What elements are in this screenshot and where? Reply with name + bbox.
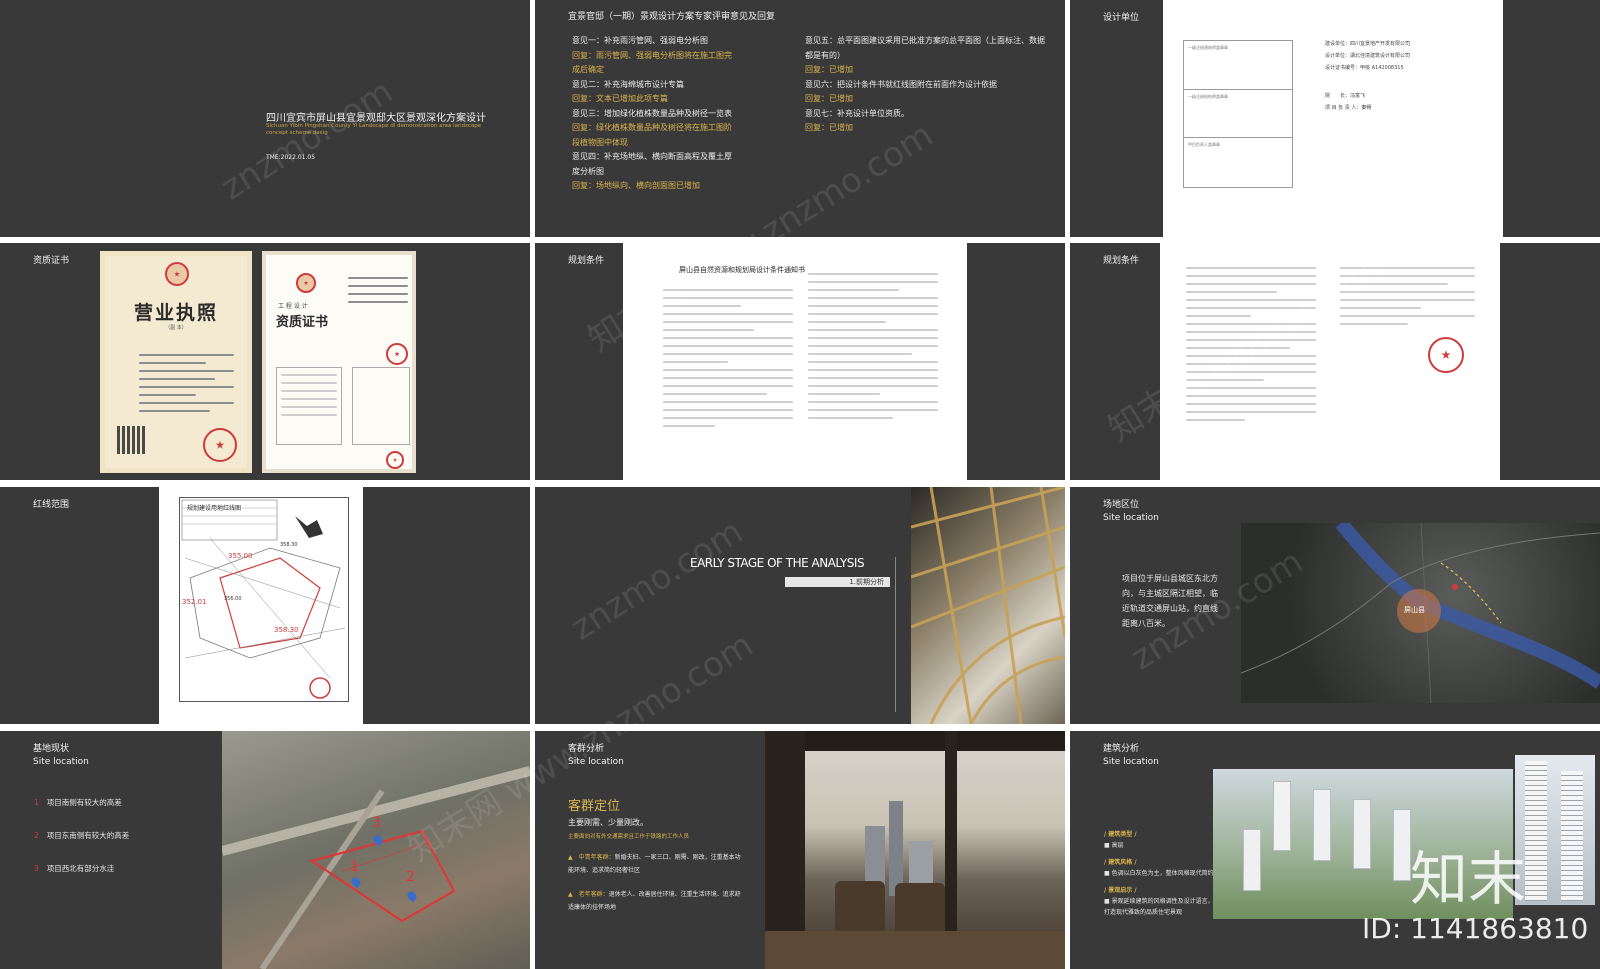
early-stage-tag: 1.前期分析 — [785, 577, 890, 587]
customer-sub1: 主要刚需、少量刚改。 — [568, 818, 648, 827]
elevation-label: 352.01 — [182, 598, 207, 606]
business-license: 营业执照 （副 本） — [100, 251, 252, 473]
early-stage-title: EARLY STAGE OF THE ANALYSIS — [690, 556, 865, 570]
review-line: 意见七：补充设计单位资质。 — [805, 108, 909, 118]
site-aerial-photo: 1 2 3 — [220, 731, 530, 969]
review-line: 意见六：把设计条件书就红线图附在前面作为设计依据 — [805, 79, 997, 89]
slide-expert-review[interactable]: 宜景官邸（一期）景观设计方案专家评审意见及回复 意见一：补充雨污管网、强弱电分析… — [535, 0, 1065, 237]
seal-box-3: 甲目负责人盖章章 — [1183, 138, 1293, 188]
red-line-document: 规划建设用地红线图 355.00 358.30 352.01 356.00 35… — [159, 487, 363, 724]
review-line: 意见三：增加绿化植株数量品种及树径一览表 — [572, 108, 732, 118]
slide-qualification[interactable]: 资质证书 营业执照 （副 本） 工 程 设 计 资质证书 — [0, 243, 530, 480]
license-red-seal-icon — [203, 428, 237, 462]
review-line: 回复：雨污管网、强弱电分析图将在施工图完 — [572, 50, 732, 60]
review-line: 回复：已增加 — [805, 94, 853, 103]
customer-group-1: ▲ 中青年客群：新婚夫妇、一家三口、刚需、刚改，注重基本功能环境、追求简约轻奢社区 — [568, 854, 741, 874]
watermark-logo: 知末 — [1410, 845, 1527, 913]
slide-cover[interactable]: 四川宜宾市屏山县宜景观邸大区景观深化方案设计 Sichuan Yibin Pin… — [0, 0, 530, 237]
review-line: 意见四：补充场地纵、横向断面高程及覆土厚 — [572, 152, 732, 161]
planning-2-heading: 规划条件 — [1103, 256, 1140, 266]
site-marker-1: 1 — [350, 859, 359, 875]
design-certificate: 工 程 设 计 资质证书 — [262, 251, 416, 473]
tower-photo — [1515, 755, 1595, 905]
review-right-column: 意见五：总平面图建议采用已批准方案的总平面图（上面标注、数据 都是有的） 回复：已增… — [805, 34, 1050, 136]
review-line: 意见一：补充雨污管网、强弱电分析图 — [572, 36, 708, 45]
planning-1-heading: 规划条件 — [568, 256, 605, 266]
review-line: 成后确定 — [572, 65, 604, 74]
slide-design-unit[interactable]: 设计单位 一级注册建筑师盖章章 一级注册结构师盖章章 甲目负责人盖章章 建设单位… — [1070, 0, 1600, 237]
gold-mesh-image — [910, 487, 1065, 724]
slide-customer-analysis[interactable]: 客群分析 Site location 客群定位 主要刚需、少量刚改。 主要面向对有… — [535, 731, 1065, 969]
site-aerial-map: 屏山县 — [1240, 518, 1600, 704]
architecture-heading: 建筑分析 Site location — [1103, 744, 1159, 767]
watermark-id: ID: 1141863810 — [1362, 912, 1589, 945]
review-line: 意见二：补充海绵城市设计专篇 — [572, 79, 684, 89]
site-location-heading: 场地区位 Site location — [1103, 500, 1159, 523]
warning-triangle-icon: ▲ — [568, 854, 573, 861]
design-unit-document: 一级注册建筑师盖章章 一级注册结构师盖章章 甲目负责人盖章章 建设单位：四川宜景… — [1163, 0, 1503, 237]
map-label-pingshan: 屏山县 — [1404, 606, 1425, 614]
review-line: 度分析图 — [572, 166, 604, 176]
architecture-sections: / 建筑类型 / ■ 高层 / 建筑风格 / ■ 色调以白灰色为主，整体风格现代… — [1104, 831, 1214, 916]
slide-early-stage[interactable]: EARLY STAGE OF THE ANALYSIS 1.前期分析 — [535, 487, 1065, 724]
early-stage-divider — [895, 557, 896, 712]
slide-site-location[interactable]: 场地区位 Site location 项目位于屏山县城区东北方向，与主城区隔江相望… — [1070, 487, 1600, 724]
review-line: 回复：文本已增加此项专篇 — [572, 94, 668, 103]
review-left-column: 意见一：补充雨污管网、强弱电分析图回复：雨污管网、强弱电分析图将在施工图完 成后确… — [572, 34, 792, 194]
elevation-label: 358.30 — [280, 542, 298, 548]
elevation-label: 358.30 — [274, 626, 299, 634]
slide-planning-2[interactable]: 规划条件 — [1070, 243, 1600, 480]
design-unit-info: 建设单位：四川宜景地产开发有限公司 设计单位：湖北佳境建筑设计有限公司 设计证书… — [1325, 41, 1411, 111]
site-marker-3: 3 — [372, 815, 381, 831]
cover-time: TME:2022.01.05 — [266, 154, 316, 161]
cert-emblem-icon — [296, 273, 316, 293]
balcony-photo — [765, 731, 1065, 969]
design-unit-heading: 设计单位 — [1103, 13, 1140, 23]
planning-1-document: 屏山县自然资源和规划局设计条件通知书 — [623, 243, 967, 480]
cover-title-en-1: Sichuan Yibin Pingshan County Yi Landsca… — [266, 123, 482, 129]
slide-red-line[interactable]: 红线范围 规划建设用地红线图 355.00 358.30 352.01 356.… — [0, 487, 530, 724]
customer-group-2: ▲ 老年客群：退休老人、改善居住环境、注重生活环境、追求舒适康体的挂怀场地 — [568, 891, 741, 911]
license-text-lines — [139, 348, 234, 418]
cover-title-en-2: concept scheme desig — [266, 130, 328, 136]
customer-title: 客群定位 — [568, 799, 621, 814]
site-marker-2: 2 — [406, 869, 415, 885]
planning-1-doc-title: 屏山县自然资源和规划局设计条件通知书 — [679, 266, 805, 274]
review-line: 回复：已增加 — [805, 123, 853, 132]
qualification-heading: 资质证书 — [33, 256, 70, 266]
slide-planning-1[interactable]: 规划条件 屏山县自然资源和规划局设计条件通知书 — [535, 243, 1065, 480]
qr-code-icon — [117, 426, 145, 454]
site-location-desc: 项目位于屏山县城区东北方向，与主城区隔江相望，临近轨道交通屏山站，约直线距离八百… — [1122, 574, 1218, 628]
cert-title: 资质证书 — [276, 315, 329, 330]
warning-triangle-icon: ▲ — [568, 891, 573, 898]
elevation-label: 355.00 — [228, 552, 253, 560]
cover-title-cn: 四川宜宾市屏山县宜景观邸大区景观深化方案设计 — [266, 113, 486, 124]
review-line: 回复：绿化植株数量品种及树径将在施工图阶 — [572, 123, 732, 132]
red-line-plan: 355.00 358.30 352.01 356.00 358.30 — [179, 497, 349, 702]
customer-heading: 客群分析 Site location — [568, 744, 624, 767]
review-line: 都是有的） — [805, 50, 845, 60]
review-line: 回复：已增加 — [805, 65, 853, 74]
elevation-label: 356.00 — [224, 596, 242, 602]
review-line: 意见五：总平面图建议采用已批准方案的总平面图（上面标注、数据 — [805, 36, 1045, 45]
planning-2-document — [1160, 243, 1500, 480]
review-heading: 宜景官邸（一期）景观设计方案专家评审意见及回复 — [568, 12, 776, 22]
red-line-heading: 红线范围 — [33, 500, 70, 510]
cert-small-title: 工 程 设 计 — [278, 303, 308, 310]
site-status-heading: 基地现状 Site location — [33, 744, 89, 767]
seal-box-1: 一级注册建筑师盖章章 — [1183, 40, 1293, 90]
planning-red-seal-icon — [1428, 337, 1464, 373]
national-emblem-icon — [165, 262, 189, 286]
seal-box-2: 一级注册结构师盖章章 — [1183, 90, 1293, 138]
cert-red-seal-icon — [386, 343, 408, 365]
cert-red-seal-2-icon — [386, 451, 404, 469]
slide-grid: 四川宜宾市屏山县宜景观邸大区景观深化方案设计 Sichuan Yibin Pin… — [0, 0, 1600, 969]
review-line: 段植物图中体现 — [572, 137, 628, 147]
license-sub: （副 本） — [165, 325, 187, 331]
site-status-list: 1 项目南侧有较大的高差 2 项目东南侧有较大的高差 3 项目西北有部分水洼 — [34, 798, 130, 873]
slide-site-status[interactable]: 基地现状 Site location 1 项目南侧有较大的高差 2 项目东南侧有较大的… — [0, 731, 530, 969]
license-title: 营业执照 — [133, 302, 218, 324]
review-line: 回复：场地纵向、横向剖面图已增加 — [572, 181, 700, 190]
customer-sub2: 主要面向对有外交通需求且工作于铁路的工作人员 — [568, 834, 690, 840]
